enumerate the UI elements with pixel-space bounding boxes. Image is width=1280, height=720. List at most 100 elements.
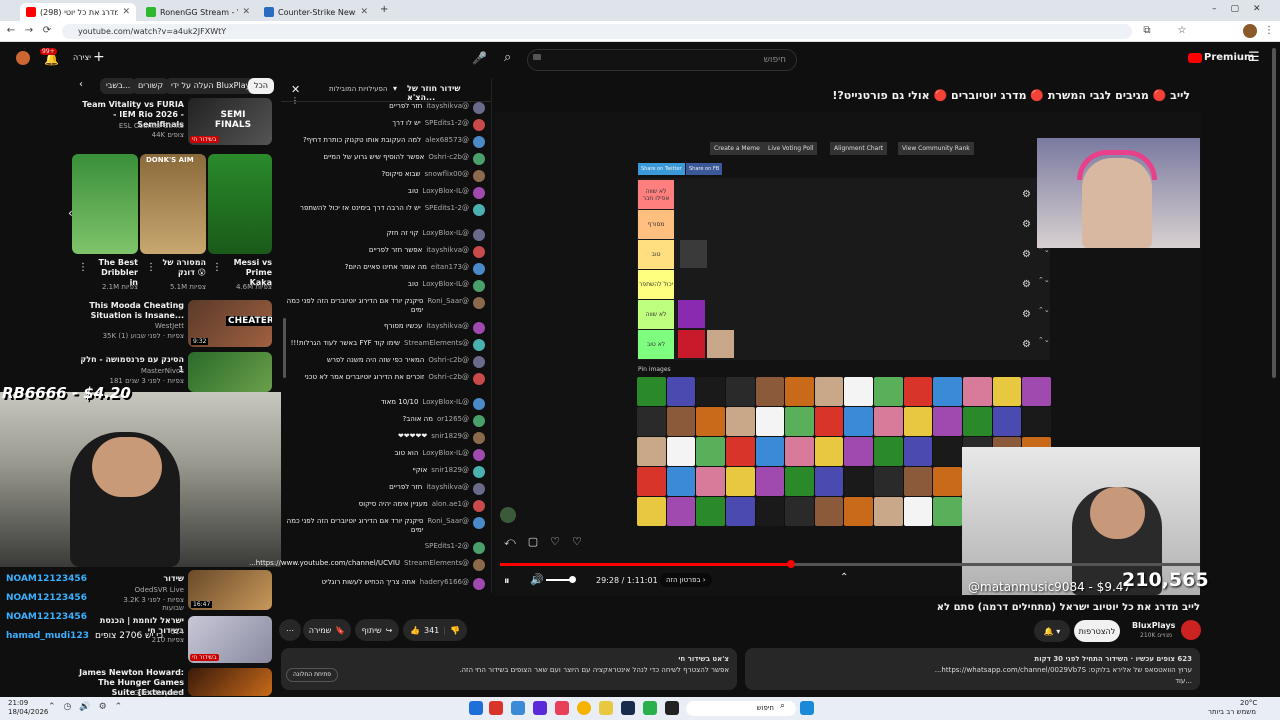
- chat-author[interactable]: @LoxyBlox-IL: [422, 449, 469, 458]
- chat-avatar[interactable]: [473, 170, 485, 182]
- chip-all[interactable]: הכל: [248, 78, 275, 94]
- chat-avatar[interactable]: [473, 204, 485, 216]
- app-icon[interactable]: [643, 701, 657, 715]
- app-icon[interactable]: [511, 701, 525, 715]
- video-thumbnail[interactable]: CHEATER? 9:32: [188, 300, 272, 347]
- rec-channel[interactable]: ESL Counter-Strike: [78, 122, 184, 130]
- chat-author[interactable]: @alon.ae1: [432, 500, 469, 509]
- rec-channel[interactable]: WestJett: [78, 322, 184, 330]
- chat-avatar[interactable]: [473, 102, 485, 114]
- progress-scrubber[interactable]: [786, 560, 795, 568]
- short-thumbnail[interactable]: [72, 154, 138, 254]
- chat-avatar[interactable]: [473, 500, 485, 512]
- chat-avatar[interactable]: [473, 398, 485, 410]
- rec-title[interactable]: שידור: [100, 574, 184, 584]
- forward-icon[interactable]: →: [22, 24, 36, 38]
- chat-author[interactable]: @itayshikva: [426, 483, 469, 492]
- chat-avatar[interactable]: [473, 373, 485, 385]
- share-button[interactable]: שיתוף ↪: [355, 619, 399, 641]
- chat-avatar[interactable]: [473, 559, 485, 571]
- chat-avatar[interactable]: [473, 356, 485, 368]
- chat-author[interactable]: @itayshikva: [426, 102, 469, 111]
- short-thumbnail[interactable]: [208, 154, 272, 254]
- chat-avatar[interactable]: [473, 136, 485, 148]
- chat-author[interactable]: @SPEdits1-2: [425, 119, 469, 128]
- short-more-icon[interactable]: ⋮: [146, 262, 156, 273]
- video-thumbnail[interactable]: [188, 668, 272, 696]
- chat-author[interactable]: @LoxyBlox-IL: [422, 229, 469, 238]
- chapter-button[interactable]: בפרטון הזה ›: [660, 573, 712, 587]
- volume-icon[interactable]: 🔊: [530, 573, 544, 586]
- volume-knob[interactable]: [569, 576, 576, 583]
- chat-avatar[interactable]: [473, 280, 485, 292]
- browser-menu-icon[interactable]: ⋮: [1262, 24, 1276, 38]
- app-icon[interactable]: [469, 701, 483, 715]
- chat-author[interactable]: @SPEdits1-2: [425, 542, 469, 551]
- more-actions-icon[interactable]: ⋯: [279, 619, 301, 641]
- chat-avatar[interactable]: [473, 415, 485, 427]
- chat-author[interactable]: @or1265: [437, 415, 469, 424]
- video-thumbnail[interactable]: 16:47: [188, 570, 272, 610]
- chat-author[interactable]: @hadery6166: [420, 578, 469, 587]
- chat-author[interactable]: @Oshri-c2b: [428, 153, 469, 162]
- chat-author[interactable]: @LoxyBlox-IL: [422, 398, 469, 407]
- chat-author[interactable]: @SPEdits1-2: [425, 204, 469, 213]
- video-thumbnail[interactable]: בשידור חי: [188, 616, 272, 663]
- chat-avatar[interactable]: [473, 578, 485, 590]
- chat-author[interactable]: @Oshri-c2b: [428, 373, 469, 382]
- rec-title[interactable]: This Mooda Cheating Situation is Insane.…: [78, 301, 184, 321]
- open-chat-button[interactable]: פתיחת החלונה: [286, 668, 339, 682]
- create-label[interactable]: יצירה: [73, 53, 91, 62]
- chat-avatar[interactable]: [473, 483, 485, 495]
- chips-scroll-left-icon[interactable]: ‹: [79, 79, 83, 90]
- chat-avatar[interactable]: [473, 297, 485, 309]
- chat-avatar[interactable]: [473, 449, 485, 461]
- new-tab-button[interactable]: +: [380, 4, 388, 15]
- expand-controls-icon[interactable]: ⌃: [840, 572, 848, 583]
- reload-icon[interactable]: ⟳: [40, 24, 54, 38]
- extension-icon[interactable]: ⧉: [1140, 24, 1154, 38]
- hamburger-menu-icon[interactable]: ☰: [1248, 50, 1260, 65]
- chat-author[interactable]: @Roni_Saar: [427, 297, 469, 306]
- chat-avatar[interactable]: [473, 542, 485, 554]
- window-controls[interactable]: –▢✕: [1212, 4, 1275, 14]
- join-button[interactable]: להצטרפות: [1074, 620, 1120, 642]
- chat-author[interactable]: @snowflix00: [425, 170, 470, 179]
- pause-icon[interactable]: ⏸: [504, 574, 510, 588]
- chat-author[interactable]: @LoxyBlox-IL: [422, 187, 469, 196]
- url-field[interactable]: youtube.com/watch?v=a4uk2JFXWtY: [62, 24, 1132, 39]
- close-tab-icon[interactable]: ✕: [360, 7, 368, 17]
- rec-channel[interactable]: OdedSVR Live: [100, 586, 184, 594]
- chat-avatar[interactable]: [473, 322, 485, 334]
- search-icon[interactable]: ⌕: [504, 50, 511, 65]
- chat-avatar[interactable]: [473, 153, 485, 165]
- windows-start-icon[interactable]: [800, 701, 814, 715]
- chat-author[interactable]: @alex68573: [425, 136, 469, 145]
- browser-tab-cs-news[interactable]: Counter-Strike News & Covera... ✕: [258, 3, 374, 21]
- voice-search-icon[interactable]: 🎤: [472, 51, 487, 65]
- like-icon[interactable]: 👍: [410, 626, 420, 635]
- chat-avatar[interactable]: [473, 229, 485, 241]
- close-tab-icon[interactable]: ✕: [242, 7, 250, 17]
- video-thumbnail[interactable]: SEMI FINALS בשידור חי: [188, 98, 272, 145]
- premium-logo-text[interactable]: Premium: [1204, 52, 1254, 63]
- description-more[interactable]: ...עוד: [753, 676, 1192, 687]
- chat-author[interactable]: @Roni_Saar: [427, 517, 469, 526]
- keyboard-icon[interactable]: [533, 54, 541, 60]
- short-title[interactable]: המסורה של דונק 😮: [156, 258, 206, 278]
- chat-author[interactable]: @Oshri-c2b: [428, 356, 469, 365]
- chat-avatar[interactable]: [473, 263, 485, 275]
- chevron-down-icon[interactable]: ▾: [393, 84, 397, 93]
- app-icon[interactable]: [555, 701, 569, 715]
- rec-channel[interactable]: Gilles Nuytens: [78, 689, 184, 697]
- chat-avatar[interactable]: [473, 432, 485, 444]
- chat-author[interactable]: @itayshikva: [426, 322, 469, 331]
- dislike-icon[interactable]: 👎: [450, 626, 460, 635]
- bookmark-star-icon[interactable]: ☆: [1175, 24, 1189, 38]
- chat-avatar[interactable]: [473, 339, 485, 351]
- short-more-icon[interactable]: ⋮: [78, 262, 88, 273]
- chat-mode-dropdown[interactable]: הפעילויות המובילות: [329, 85, 387, 93]
- short-more-icon[interactable]: ⋮: [212, 262, 222, 273]
- close-chat-icon[interactable]: ✕: [291, 83, 300, 96]
- page-scrollbar[interactable]: [1272, 48, 1276, 378]
